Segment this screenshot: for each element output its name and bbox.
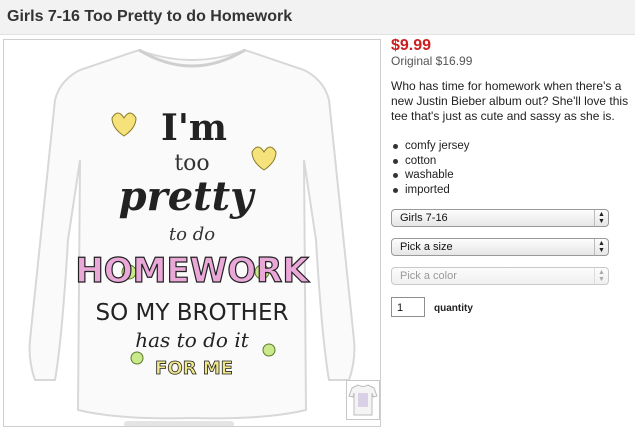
print-line: has to do it [135,328,249,352]
updown-arrows-icon: ▲ ▼ [594,268,608,284]
updown-arrows-icon: ▲ ▼ [594,210,608,226]
color-value: Pick a color [400,270,457,282]
size-group-select[interactable]: Girls 7-16 ▲ ▼ [391,209,609,227]
product-description: Who has time for homework when there's a… [391,79,629,123]
size-group-value: Girls 7-16 [400,212,448,224]
product-thumbnail[interactable] [346,380,380,420]
print-line: SO MY BROTHER [96,300,289,326]
color-select: Pick a color ▲ ▼ [391,267,609,285]
thumbnail-shirt-icon [348,384,378,416]
feature-item: washable [391,168,470,183]
print-line: HOMEWORK [75,251,310,291]
product-image[interactable]: I'm too pretty to do HOMEWORK SO MY BROT… [3,39,381,427]
original-price: Original $16.99 [391,54,473,68]
feature-item: cotton [391,154,470,169]
product-title: Girls 7-16 Too Pretty to do Homework [7,8,293,25]
sale-price: $9.99 [391,37,432,54]
print-line: to do [169,224,215,245]
updown-arrows-icon: ▲ ▼ [594,239,608,255]
flower-doodle [262,343,276,357]
print-line: I'm [161,107,227,149]
feature-item: imported [391,183,470,198]
quantity-input[interactable]: 1 [391,297,425,317]
feature-item: comfy jersey [391,139,470,154]
size-select[interactable]: Pick a size ▲ ▼ [391,238,609,256]
flower-doodle [130,351,144,365]
print-line: FOR ME [155,358,233,379]
size-value: Pick a size [400,241,453,253]
feature-list: comfy jersey cotton washable imported [391,139,470,197]
shirt-illustration: I'm too pretty to do HOMEWORK SO MY BROT… [28,48,356,420]
image-nav-tab[interactable] [124,421,234,426]
quantity-label: quantity [434,303,473,314]
title-bar: Girls 7-16 Too Pretty to do Homework [0,0,635,35]
print-line: pretty [119,173,256,220]
